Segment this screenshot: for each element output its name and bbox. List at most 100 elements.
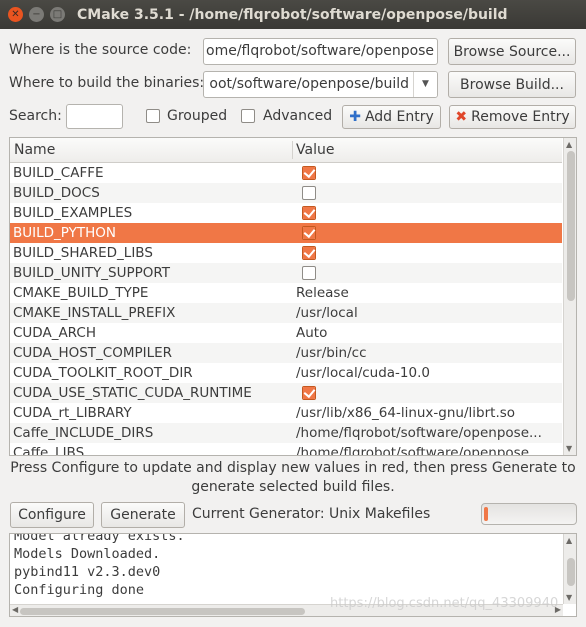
table-row[interactable]: CMAKE_BUILD_TYPE Release [10,283,562,303]
scroll-up-icon[interactable]: ▲ [566,140,572,149]
entry-value[interactable]: Auto [296,325,560,341]
column-separator [292,141,293,159]
entry-name: BUILD_SHARED_LIBS [13,245,153,261]
generate-button[interactable]: Generate [101,502,185,528]
scroll-left-icon[interactable]: ◀ [12,605,18,614]
search-input[interactable] [66,104,123,129]
grouped-checkbox[interactable] [146,109,160,123]
maximize-window-button[interactable]: □ [50,7,65,22]
output-line: Model already exists. [14,533,185,544]
table-row[interactable]: BUILD_EXAMPLES [10,203,562,223]
search-label: Search: [9,108,62,124]
add-entry-button[interactable]: ✚ Add Entry [342,105,441,129]
table-row[interactable]: BUILD_SHARED_LIBS [10,243,562,263]
advanced-checkbox[interactable] [241,109,255,123]
instruction-line-1: Press Configure to update and display ne… [10,460,576,476]
output-line: pybind11 v2.3.dev0 [14,564,161,580]
table-row[interactable]: CMAKE_INSTALL_PREFIX/usr/local [10,303,562,323]
scroll-thumb[interactable] [567,558,575,586]
browse-build-label: Browse Build... [460,76,564,93]
table-row[interactable]: BUILD_UNITY_SUPPORT [10,263,562,283]
minimize-icon: − [32,8,41,20]
table-row[interactable]: BUILD_CAFFE [10,163,562,183]
table-row[interactable]: BUILD_DOCS [10,183,562,203]
table-row[interactable]: CUDA_TOOLKIT_ROOT_DIR/usr/local/cuda-10.… [10,363,562,383]
plus-icon: ✚ [349,109,361,125]
configure-label: Configure [18,507,86,523]
column-header-value[interactable]: Value [296,142,334,158]
current-generator-text: Current Generator: Unix Makefiles [192,506,431,522]
binaries-label: Where to build the binaries: [9,75,205,91]
entry-name: CUDA_TOOLKIT_ROOT_DIR [13,365,193,381]
source-path-combo[interactable]: ome/flqrobot/software/openpose [203,38,438,65]
cache-table[interactable]: Name Value BUILD_CAFFE BUILD_DOCS BUILD_EX… [9,137,577,456]
entry-value[interactable]: /usr/bin/cc [296,345,560,361]
progress-bar [481,503,577,525]
table-row[interactable]: Caffe_LIBS/home/flqrobot/software/openpo… [10,443,562,455]
maximize-icon: □ [52,8,63,20]
entry-name: BUILD_CAFFE [13,165,104,181]
window-titlebar: ✕ − □ CMake 3.5.1 - /home/flqrobot/softw… [0,0,586,29]
progress-fill [484,507,488,521]
scroll-thumb[interactable] [20,608,305,615]
remove-icon: ✖ [455,109,468,125]
entry-value-checkbox[interactable] [302,246,316,260]
entry-value[interactable]: /home/flqrobot/software/openpose... [296,445,560,455]
browse-source-button[interactable]: Browse Source... [448,38,576,65]
entry-value[interactable]: /usr/local [296,305,560,321]
entry-value-checkbox[interactable] [302,166,316,180]
entry-value-checkbox[interactable] [302,206,316,220]
build-path-combo[interactable]: oot/software/openpose/build ▼ [203,71,438,98]
remove-entry-label: Remove Entry [471,109,570,125]
minimize-window-button[interactable]: − [29,7,44,22]
configure-button[interactable]: Configure [10,502,94,528]
table-row[interactable]: Caffe_INCLUDE_DIRS/home/flqrobot/softwar… [10,423,562,443]
entry-name: BUILD_DOCS [13,185,100,201]
entry-name: CUDA_rt_LIBRARY [13,405,132,421]
table-row[interactable]: BUILD_PYTHON [10,223,562,243]
scroll-thumb[interactable] [567,151,575,301]
column-header-name[interactable]: Name [14,142,55,158]
entry-name: BUILD_PYTHON [13,225,117,241]
close-icon: ✕ [11,8,20,20]
scroll-down-icon[interactable]: ▼ [566,444,572,453]
entry-name: CMAKE_BUILD_TYPE [13,285,149,301]
output-lines: Model already exists. Models Downloaded. p… [14,533,185,599]
remove-entry-button[interactable]: ✖ Remove Entry [449,105,576,129]
entry-value[interactable]: /usr/local/cuda-10.0 [296,365,560,381]
advanced-label: Advanced [263,108,333,124]
output-vertical-scrollbar[interactable]: ▲ ▼ [563,534,576,604]
entry-value-checkbox[interactable] [302,226,316,240]
generate-label: Generate [110,507,176,523]
entry-value-checkbox[interactable] [302,186,316,200]
entry-value-checkbox[interactable] [302,386,316,400]
entry-name: CMAKE_INSTALL_PREFIX [13,305,176,321]
table-row[interactable]: CUDA_HOST_COMPILER/usr/bin/cc [10,343,562,363]
chevron-down-icon[interactable]: ▼ [413,72,437,97]
output-line: Models Downloaded. [14,546,161,562]
build-path-value: oot/software/openpose/build [209,76,409,92]
entry-value[interactable]: /home/flqrobot/software/openpose... [296,425,560,441]
watermark: https://blog.csdn.net/qq_43309940 [330,596,559,611]
entry-value[interactable]: /usr/lib/x86_64-linux-gnu/librt.so [296,405,560,421]
table-vertical-scrollbar[interactable]: ▲ ▼ [563,138,576,455]
table-row[interactable]: CUDA_USE_STATIC_CUDA_RUNTIME [10,383,562,403]
scroll-up-icon[interactable]: ▲ [566,536,572,545]
scroll-down-icon[interactable]: ▼ [566,593,572,602]
entry-name: CUDA_ARCH [13,325,96,341]
entry-name: BUILD_UNITY_SUPPORT [13,265,170,281]
window-title: CMake 3.5.1 - /home/flqrobot/software/op… [77,6,508,23]
instruction-message: Press Configure to update and display ne… [10,459,576,497]
entry-name: CUDA_USE_STATIC_CUDA_RUNTIME [13,385,252,401]
entry-value[interactable]: Release [296,285,560,301]
grouped-label: Grouped [167,108,228,124]
close-window-button[interactable]: ✕ [8,7,23,22]
entry-name: CUDA_HOST_COMPILER [13,345,173,361]
entry-value-checkbox[interactable] [302,266,316,280]
table-header: Name Value [10,138,562,163]
source-label: Where is the source code: [9,42,192,58]
table-row[interactable]: CUDA_ARCH Auto [10,323,562,343]
browse-build-button[interactable]: Browse Build... [448,71,576,98]
entry-name: Caffe_INCLUDE_DIRS [13,425,154,441]
table-row[interactable]: CUDA_rt_LIBRARY/usr/lib/x86_64-linux-gnu… [10,403,562,423]
